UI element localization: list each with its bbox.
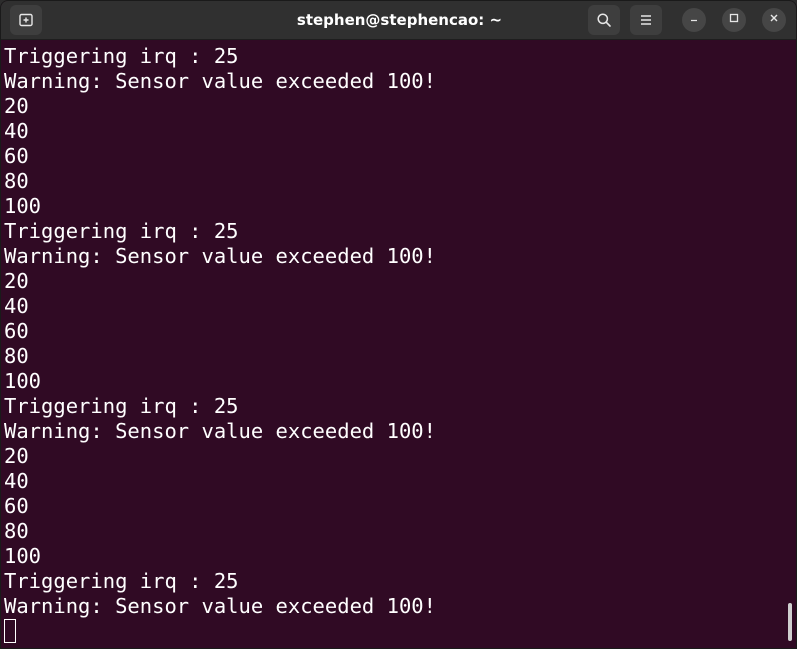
terminal-line: 80 — [4, 344, 29, 368]
maximize-icon — [728, 11, 740, 29]
terminal-line: Warning: Sensor value exceeded 100! — [4, 69, 436, 93]
window-title: stephen@stephencao: ~ — [296, 11, 503, 29]
terminal-line: 40 — [4, 294, 29, 318]
terminal-line: 60 — [4, 319, 29, 343]
search-button[interactable] — [588, 5, 620, 35]
terminal-line: 40 — [4, 469, 29, 493]
close-button[interactable] — [762, 8, 786, 32]
terminal-line: 100 — [4, 369, 42, 393]
hamburger-menu-icon — [638, 12, 654, 28]
terminal-line: 80 — [4, 169, 29, 193]
close-icon — [768, 11, 780, 29]
terminal-line: 20 — [4, 269, 29, 293]
terminal-window: stephen@stephencao: ~ Triggering irq: 2… — [0, 0, 797, 649]
new-tab-button[interactable] — [10, 5, 42, 35]
terminal-line: Warning: Sensor value exceeded 100! — [4, 244, 436, 268]
minimize-icon — [688, 11, 700, 29]
search-icon — [596, 12, 612, 28]
terminal-line: 60 — [4, 144, 29, 168]
minimize-button[interactable] — [682, 8, 706, 32]
title-bar[interactable]: stephen@stephencao: ~ — [1, 1, 796, 40]
terminal-line: Warning: Sensor value exceeded 100! — [4, 594, 436, 618]
terminal-line: 40 — [4, 119, 29, 143]
terminal-line: 80 — [4, 519, 29, 543]
terminal-output-area[interactable]: Triggering irq : 25 Warning: Sensor valu… — [1, 40, 796, 648]
terminal-line: 20 — [4, 94, 29, 118]
terminal-line: 100 — [4, 194, 42, 218]
terminal-lines: Triggering irq : 25 Warning: Sensor valu… — [4, 44, 436, 619]
terminal-line: Warning: Sensor value exceeded 100! — [4, 419, 436, 443]
new-tab-icon — [18, 12, 34, 28]
terminal-line: 60 — [4, 494, 29, 518]
terminal-line: 20 — [4, 444, 29, 468]
terminal-line: Triggering irq : 25 — [4, 394, 239, 418]
maximize-button[interactable] — [722, 8, 746, 32]
terminal-line: Triggering irq : 25 — [4, 219, 239, 243]
terminal-line: Triggering irq : 25 — [4, 569, 239, 593]
terminal-line: Triggering irq : 25 — [4, 44, 239, 68]
terminal-line: 100 — [4, 544, 42, 568]
menu-button[interactable] — [630, 5, 662, 35]
text-cursor — [4, 619, 16, 643]
scrollbar[interactable] — [788, 603, 792, 641]
